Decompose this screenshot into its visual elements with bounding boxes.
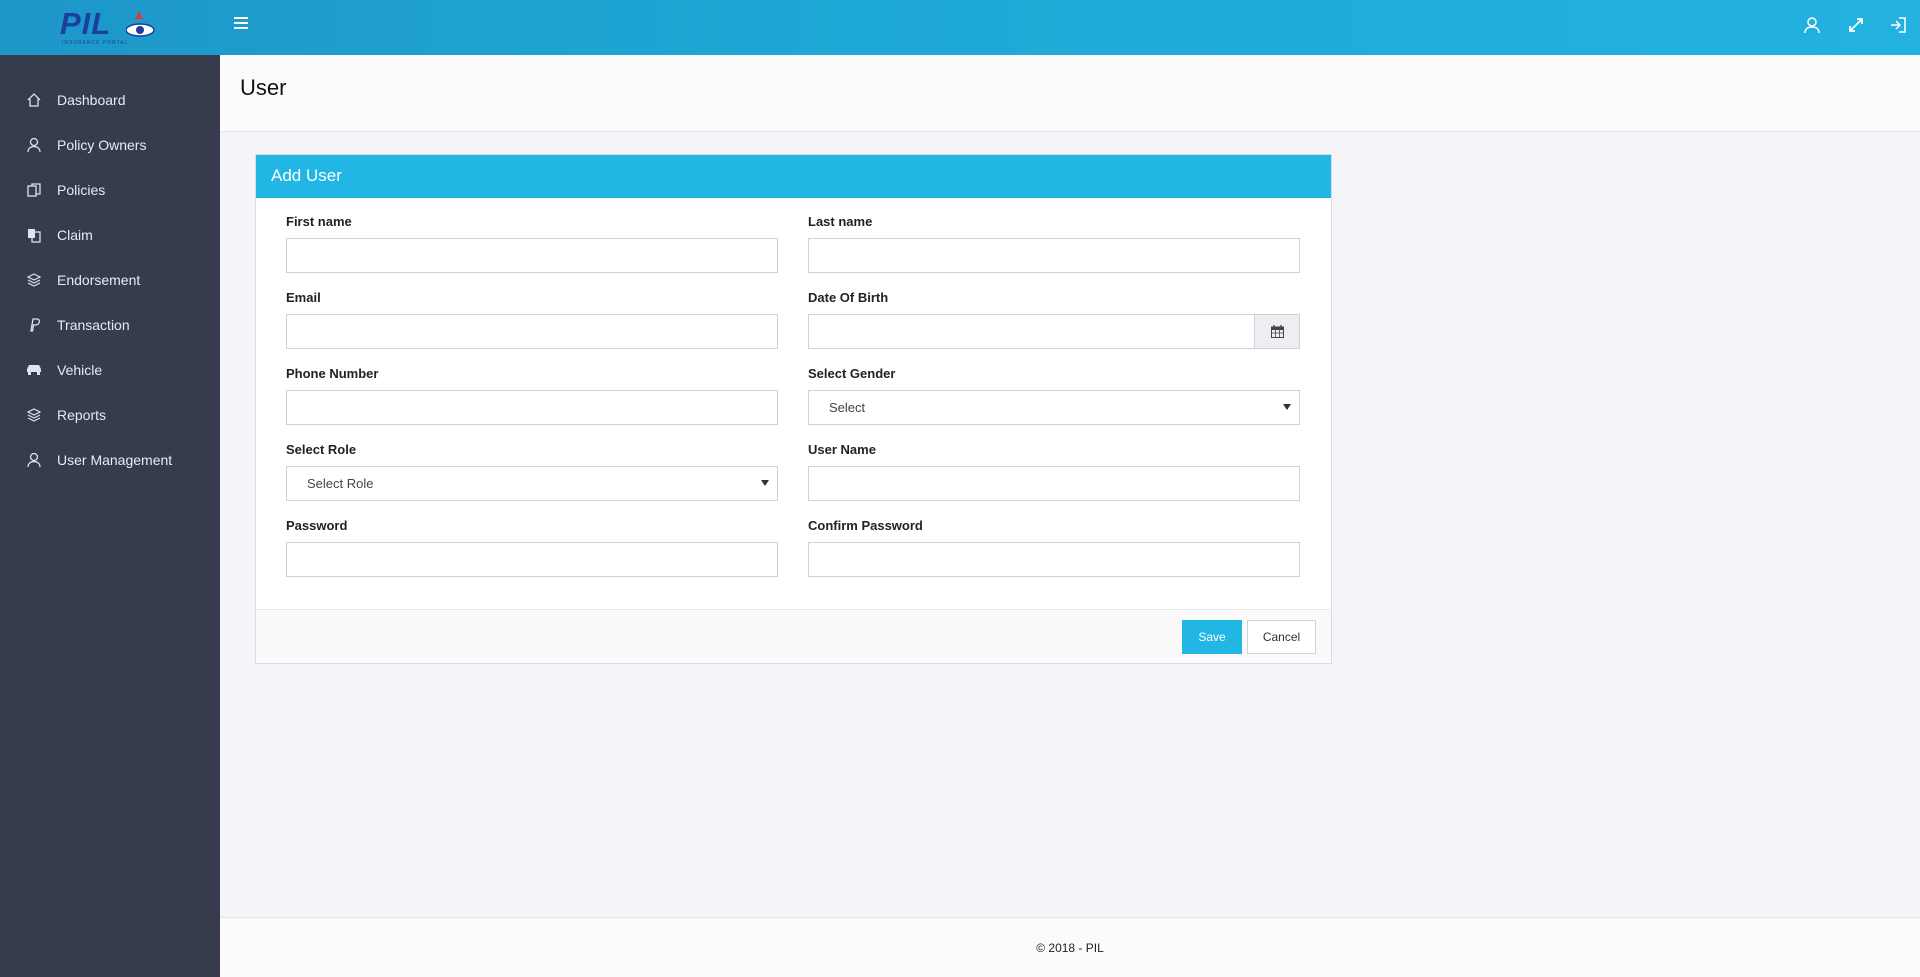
- top-navbar: PIL INSURANCE PORTAL: [0, 0, 1920, 55]
- sidebar-item-label: Claim: [57, 226, 93, 243]
- fullscreen-icon[interactable]: [1847, 16, 1865, 34]
- logout-icon[interactable]: [1889, 16, 1907, 34]
- sidebar-item-policy-owners[interactable]: Policy Owners: [0, 122, 220, 167]
- sidebar-item-label: Reports: [57, 406, 107, 423]
- dob-label: Date Of Birth: [808, 290, 889, 305]
- card-footer: Save Cancel: [256, 609, 1331, 663]
- home-icon: [27, 92, 41, 107]
- password-label: Password: [286, 518, 348, 533]
- role-select[interactable]: Select Role: [286, 466, 778, 501]
- add-user-form: First name Last name Email Date Of Birth…: [256, 198, 1331, 609]
- layers-icon: [26, 272, 42, 287]
- sidebar-item-vehicle[interactable]: Vehicle: [0, 347, 220, 392]
- car-icon: [27, 364, 41, 375]
- cancel-button[interactable]: Cancel: [1247, 620, 1316, 654]
- sidebar-item-label: User Management: [57, 451, 173, 468]
- phone-label: Phone Number: [286, 366, 379, 381]
- sidebar-item-label: Policies: [57, 181, 106, 198]
- save-button[interactable]: Save: [1182, 620, 1242, 654]
- sidebar-item-dashboard[interactable]: Dashboard: [0, 77, 220, 122]
- sidebar-item-policies[interactable]: Policies: [0, 167, 220, 212]
- user-icon[interactable]: [1803, 16, 1821, 34]
- sidebar-item-endorsement[interactable]: Endorsement: [0, 257, 220, 302]
- sidebar-item-label: Vehicle: [57, 361, 103, 378]
- sidebar-item-label: Endorsement: [57, 271, 141, 288]
- gender-select[interactable]: Select: [808, 390, 1300, 425]
- sidebar-item-claim[interactable]: Claim: [0, 212, 220, 257]
- username-label: User Name: [808, 442, 876, 457]
- last-name-field[interactable]: [808, 238, 1300, 273]
- logo[interactable]: PIL INSURANCE PORTAL: [60, 6, 160, 50]
- add-user-card: Add User First name Last name Email Date…: [255, 154, 1332, 664]
- calendar-button[interactable]: [1254, 314, 1300, 349]
- logo-eye-icon: [126, 11, 155, 37]
- page-title: User: [240, 75, 287, 100]
- phone-field[interactable]: [286, 390, 778, 425]
- paypal-icon: [30, 317, 41, 332]
- role-label: Select Role: [286, 442, 357, 457]
- first-name-field[interactable]: [286, 238, 778, 273]
- gender-select-value: Select: [829, 400, 866, 415]
- confirm-password-field[interactable]: [808, 542, 1300, 577]
- sidebar-item-label: Policy Owners: [57, 136, 147, 153]
- page-header: User: [220, 55, 1920, 132]
- chevron-down-icon: [761, 480, 769, 486]
- username-field[interactable]: [808, 466, 1300, 501]
- last-name-label: Last name: [808, 214, 873, 229]
- card-title: Add User: [256, 155, 1331, 198]
- chevron-down-icon: [1283, 404, 1291, 410]
- logo-text: PIL: [60, 6, 112, 41]
- dob-field[interactable]: [808, 314, 1255, 349]
- sidebar-item-user-management[interactable]: User Management: [0, 437, 220, 482]
- gender-label: Select Gender: [808, 366, 896, 381]
- first-name-label: First name: [286, 214, 352, 229]
- page-footer: © 2018 - PIL: [220, 917, 1920, 977]
- copyright-text: © 2018 - PIL: [1036, 941, 1104, 955]
- email-label: Email: [286, 290, 321, 305]
- copy-icon: [27, 182, 41, 197]
- layers-icon: [26, 407, 42, 422]
- user-icon: [27, 137, 41, 152]
- calendar-icon: [1270, 325, 1284, 338]
- sidebar: Dashboard Policy Owners Policies Claim E…: [0, 55, 220, 977]
- confirm-password-label: Confirm Password: [808, 518, 923, 533]
- role-select-value: Select Role: [307, 476, 374, 491]
- user-icon: [27, 452, 41, 467]
- logo-subtext: INSURANCE PORTAL: [62, 40, 129, 46]
- sidebar-item-reports[interactable]: Reports: [0, 392, 220, 437]
- sidebar-item-transaction[interactable]: Transaction: [0, 302, 220, 347]
- menu-icon[interactable]: [234, 17, 248, 31]
- sidebar-item-label: Transaction: [57, 316, 130, 333]
- password-field[interactable]: [286, 542, 778, 577]
- sidebar-item-label: Dashboard: [57, 91, 126, 108]
- file-icon: [28, 228, 41, 243]
- email-field[interactable]: [286, 314, 778, 349]
